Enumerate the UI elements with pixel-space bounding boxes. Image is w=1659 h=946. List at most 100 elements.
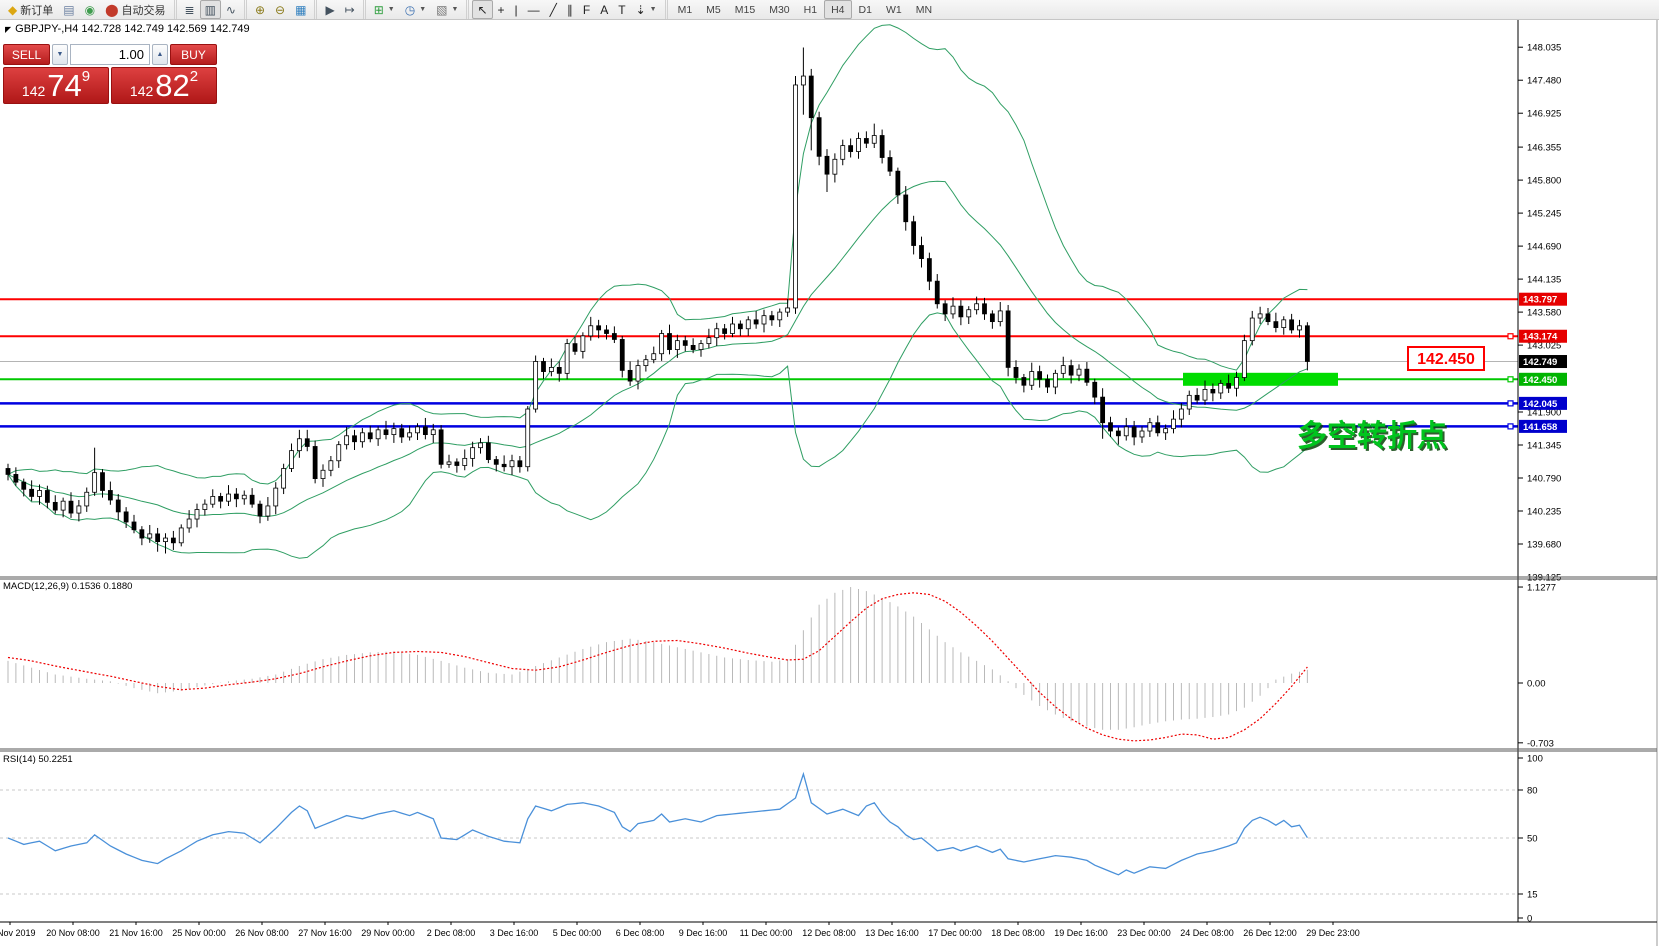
- candle-body: [337, 445, 341, 461]
- candle-body: [69, 501, 73, 513]
- periods-icon: ◷: [405, 4, 415, 16]
- tf-mn[interactable]: MN: [909, 0, 939, 19]
- candle-body: [1046, 379, 1050, 387]
- time-tick-label: 3 Dec 16:00: [490, 928, 539, 938]
- candle-body: [943, 304, 947, 314]
- candle-body: [833, 159, 837, 174]
- templates-button[interactable]: ▧▼: [431, 0, 463, 19]
- toolbar-group-trade: ◆新订单 ▤ ◉⬤自动交易: [0, 0, 174, 19]
- time-tick-label: 19 Nov 2019: [0, 928, 36, 938]
- data-window-button[interactable]: ◉: [80, 0, 100, 19]
- candle-body: [557, 367, 561, 373]
- toolbar-group-zoom: ⊕ ⊖▦: [244, 0, 314, 19]
- candle-body: [329, 461, 333, 471]
- tf-d1[interactable]: D1: [852, 0, 879, 19]
- bar-chart-button[interactable]: ≣: [180, 0, 200, 19]
- tf-h4[interactable]: H4: [824, 0, 851, 19]
- candle-body: [502, 464, 506, 466]
- candle-body: [321, 470, 325, 478]
- candle-body: [211, 496, 215, 504]
- fibonacci-button[interactable]: F: [578, 0, 595, 19]
- indicators-button[interactable]: ⊞▼: [369, 0, 400, 19]
- svg-text:142.749: 142.749: [1523, 357, 1557, 368]
- candle-body: [423, 427, 427, 435]
- chart-canvas[interactable]: 多空转折点多空转折点142.450148.035147.480146.92514…: [0, 19, 1659, 946]
- tf-m5[interactable]: M5: [699, 0, 728, 19]
- tf-m15[interactable]: M15: [728, 0, 762, 19]
- indicators-icon: ⊞: [374, 4, 384, 16]
- print-icon: ▤: [63, 4, 74, 16]
- tf-h1[interactable]: H1: [797, 0, 824, 19]
- auto-scroll-button[interactable]: ▶: [320, 0, 339, 19]
- price-tick-label: 148.035: [1527, 43, 1561, 54]
- time-tick-label: 24 Dec 08:00: [1180, 928, 1234, 938]
- candle-body: [494, 460, 498, 465]
- candle-body: [794, 85, 798, 308]
- horizontal-line-button[interactable]: —: [523, 0, 545, 19]
- tf-m30[interactable]: M30: [762, 0, 796, 19]
- candle-body: [108, 490, 112, 500]
- volume-increase-button[interactable]: ▲: [152, 44, 168, 65]
- chart-background[interactable]: [0, 19, 1659, 946]
- sell-button[interactable]: SELL: [3, 44, 50, 65]
- candlestick-chart-button[interactable]: ▥: [200, 0, 221, 19]
- line-chart-button[interactable]: ∿: [221, 0, 241, 19]
- text-button[interactable]: A: [595, 0, 613, 19]
- tf-w1[interactable]: W1: [879, 0, 909, 19]
- buy-price-button[interactable]: 142 82 2: [111, 67, 217, 104]
- macd-tick-label: 0.00: [1527, 679, 1546, 690]
- buy-button[interactable]: BUY: [170, 44, 217, 65]
- candle-body: [778, 312, 782, 320]
- candle-body: [250, 495, 254, 504]
- tf-d1-label: D1: [859, 4, 872, 16]
- equidistant-channel-button[interactable]: ∥: [562, 0, 578, 19]
- zoom-in-button[interactable]: ⊕: [250, 0, 270, 19]
- templates-icon: ▧: [436, 4, 447, 16]
- sell-price-button[interactable]: 142 74 9: [3, 67, 109, 104]
- arrows-button[interactable]: ⇣▼: [631, 0, 662, 19]
- print-button[interactable]: ▤: [58, 0, 79, 19]
- auto-trading-button[interactable]: ⬤自动交易: [100, 0, 170, 19]
- cursor-button[interactable]: ↖: [472, 0, 492, 19]
- arrows-icon: ⇣: [636, 4, 646, 16]
- new-order-button[interactable]: ◆新订单: [3, 0, 58, 19]
- candle-body: [431, 430, 435, 435]
- line-chart-icon: ∿: [226, 4, 236, 16]
- zoom-out-button[interactable]: ⊖: [270, 0, 290, 19]
- tf-m1[interactable]: M1: [671, 0, 700, 19]
- periods-button[interactable]: ◷▼: [400, 0, 431, 19]
- candle-body: [597, 326, 601, 330]
- candle-body: [479, 443, 483, 448]
- candle-body: [1093, 382, 1097, 397]
- time-tick-label: 25 Nov 00:00: [172, 928, 226, 938]
- candle-body: [927, 259, 931, 282]
- support-highlight-bar[interactable]: [1183, 373, 1338, 386]
- candle-body: [683, 341, 687, 346]
- text-label-button[interactable]: T: [613, 0, 630, 19]
- candle-body: [203, 504, 207, 509]
- zoom-in-icon: ⊕: [255, 4, 265, 16]
- candle-body: [636, 366, 640, 381]
- price-label-box[interactable]: 142.450: [1408, 347, 1484, 370]
- candle-body: [345, 436, 349, 445]
- candle-body: [652, 354, 656, 360]
- tf-m15-label: M15: [735, 4, 755, 16]
- candle-body: [1014, 367, 1018, 377]
- volume-decrease-button[interactable]: ▼: [52, 44, 68, 65]
- candle-body: [1250, 318, 1254, 341]
- vertical-line-button[interactable]: |: [510, 0, 523, 19]
- candle-body: [731, 324, 735, 334]
- candle-body: [628, 370, 632, 381]
- price-axis[interactable]: 148.035147.480146.925146.355145.800145.2…: [1508, 19, 1659, 946]
- volume-input[interactable]: 1.00: [70, 44, 150, 65]
- time-tick-label: 9 Dec 16:00: [679, 928, 728, 938]
- candle-body: [463, 458, 467, 465]
- tile-windows-button[interactable]: ▦: [290, 0, 311, 19]
- candle-body: [376, 430, 380, 439]
- price-tick-label: 147.480: [1527, 76, 1561, 87]
- toolbar-group-timeframes: M1M5 M15 M30H1H4 D1 W1MN: [665, 0, 942, 19]
- candle-body: [912, 222, 916, 246]
- trendline-button[interactable]: ╱: [545, 0, 562, 19]
- chart-shift-button[interactable]: ↦: [340, 0, 360, 19]
- crosshair-button[interactable]: +: [493, 0, 510, 19]
